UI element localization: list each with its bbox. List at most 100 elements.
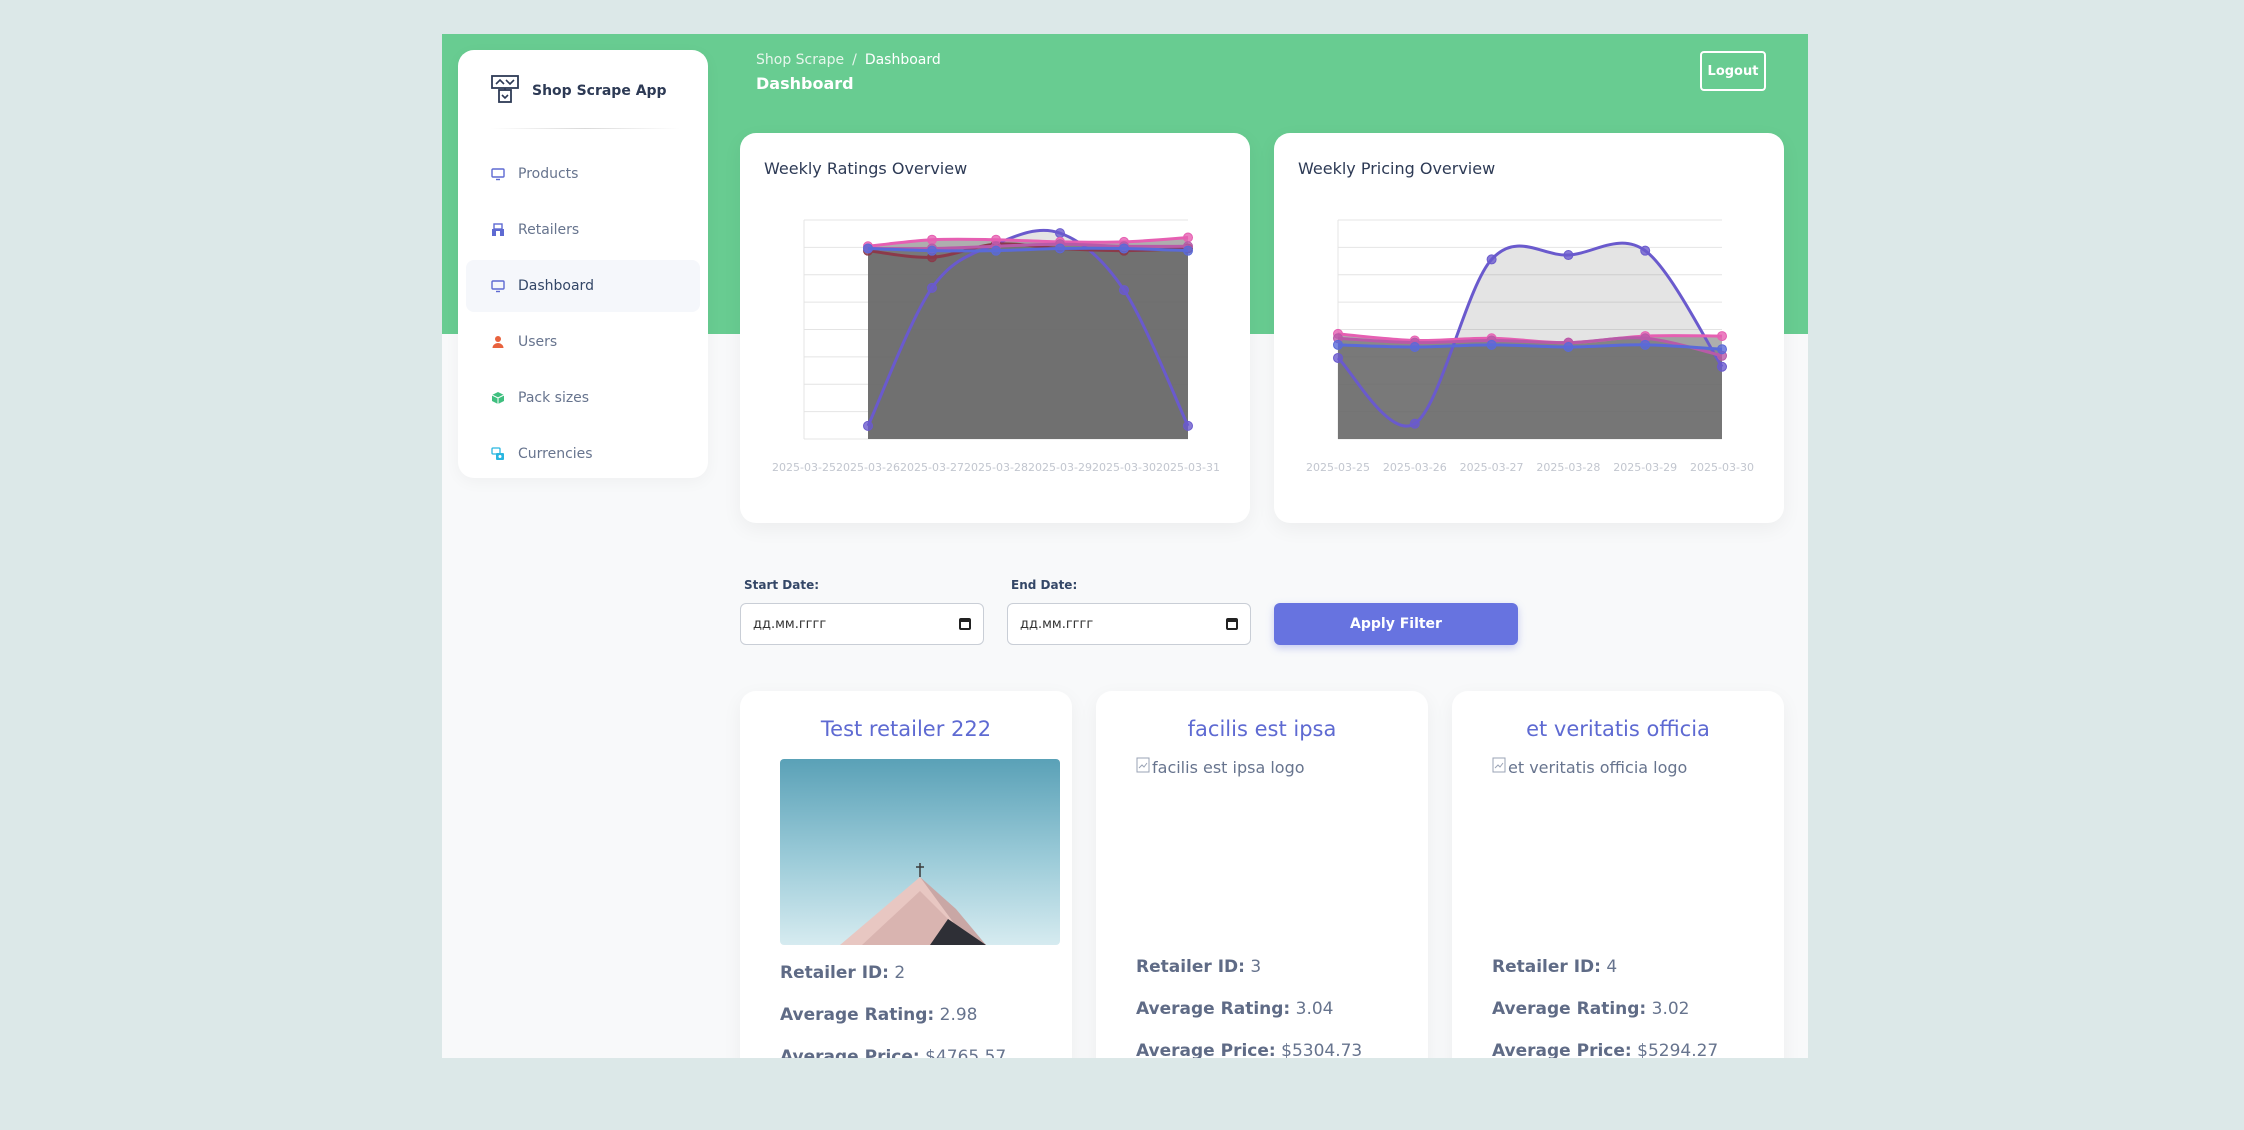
- data-point: [1333, 352, 1343, 363]
- retailer-logo-image: et veritatis officia logo: [1492, 757, 1687, 777]
- data-point: [1333, 339, 1343, 350]
- sidebar-item-currencies[interactable]: Currencies: [466, 428, 700, 480]
- data-point: [1640, 339, 1651, 350]
- x-tick-label: 2025-03-27: [900, 461, 964, 474]
- chart-title: Weekly Pricing Overview: [1298, 159, 1496, 178]
- retailer-id: Retailer ID: 2: [780, 963, 905, 983]
- currency-icon: [490, 446, 506, 462]
- average-rating: Average Rating: 2.98: [780, 1005, 978, 1025]
- retailer-id-value: 2: [894, 963, 906, 983]
- retailer-name: et veritatis officia: [1526, 717, 1710, 741]
- x-tick-label: 2025-03-28: [1536, 461, 1600, 474]
- x-tick-label: 2025-03-30: [1690, 461, 1754, 474]
- data-point: [863, 420, 873, 431]
- data-point: [1717, 361, 1727, 372]
- retailer-card: Test retailer 222 Retailer ID: 2 Average…: [740, 691, 1072, 1058]
- apply-filter-button[interactable]: Apply Filter: [1274, 603, 1518, 645]
- app-logo-icon: [490, 74, 520, 108]
- x-tick-label: 2025-03-25: [772, 461, 836, 474]
- average-rating-label: Average Rating:: [780, 1005, 935, 1025]
- shop-icon: [490, 222, 506, 238]
- data-point: [1055, 243, 1065, 254]
- app-name: Shop Scrape App: [532, 83, 667, 99]
- average-rating-label: Average Rating:: [1492, 999, 1647, 1019]
- retailer-id-value: 3: [1250, 957, 1262, 977]
- average-price-value: $4765.57: [925, 1047, 1007, 1058]
- broken-image-icon: [1492, 757, 1506, 777]
- monitor-icon: [490, 166, 506, 182]
- data-point: [863, 243, 873, 254]
- x-tick-label: 2025-03-28: [964, 461, 1028, 474]
- retailer-id-label: Retailer ID:: [780, 963, 889, 983]
- chart-title: Weekly Ratings Overview: [764, 159, 968, 178]
- average-price-value: $5304.73: [1281, 1041, 1363, 1058]
- average-rating-label: Average Rating:: [1136, 999, 1291, 1019]
- x-tick-label: 2025-03-26: [1383, 461, 1447, 474]
- retailer-id-value: 4: [1606, 957, 1618, 977]
- data-point: [1119, 243, 1129, 254]
- data-point: [1055, 228, 1065, 239]
- x-tick-label: 2025-03-29: [1028, 461, 1092, 474]
- sidebar-item-products[interactable]: Products: [466, 148, 700, 200]
- sidebar-nav: Products Retailers Dashboard Users Pack …: [466, 148, 700, 484]
- retailer-card: et veritatis officia et veritatis offici…: [1452, 691, 1784, 1058]
- average-price: Average Price: $5294.27: [1492, 1041, 1718, 1058]
- breadcrumb-separator: /: [852, 52, 857, 68]
- x-tick-label: 2025-03-25: [1306, 461, 1370, 474]
- user-icon: [490, 334, 506, 350]
- start-date-input[interactable]: дд.мм.гггг: [740, 603, 984, 645]
- ratings-chart: 2025-03-25 2025-03-26 2025-03-27 2025-03-28…: [772, 219, 1220, 474]
- pricing-chart: 2025-03-25 2025-03-26 2025-03-27 2025-03-28…: [1306, 219, 1754, 474]
- image-alt-text: et veritatis officia logo: [1508, 757, 1688, 777]
- data-point: [1486, 339, 1497, 350]
- data-point: [1563, 342, 1574, 353]
- retailer-name: facilis est ipsa: [1187, 717, 1337, 741]
- data-point: [1183, 245, 1193, 256]
- calendar-icon[interactable]: [1226, 618, 1238, 630]
- sidebar-item-label: Products: [518, 166, 579, 182]
- end-date-input[interactable]: дд.мм.гггг: [1007, 603, 1251, 645]
- average-price: Average Price: $5304.73: [1136, 1041, 1362, 1058]
- average-price-label: Average Price:: [1136, 1041, 1276, 1058]
- data-point: [927, 234, 937, 245]
- average-rating: Average Rating: 3.02: [1492, 999, 1690, 1019]
- sidebar-item-retailers[interactable]: Retailers: [466, 204, 700, 256]
- data-point: [1119, 285, 1129, 296]
- retailer-id: Retailer ID: 4: [1492, 957, 1617, 977]
- logout-button[interactable]: Logout: [1700, 51, 1766, 91]
- end-date-value: дд.мм.гггг: [1020, 616, 1094, 632]
- breadcrumb-root[interactable]: Shop Scrape: [756, 52, 844, 68]
- calendar-icon[interactable]: [959, 618, 971, 630]
- brand[interactable]: Shop Scrape App: [490, 74, 667, 108]
- data-point: [927, 245, 937, 256]
- sidebar: Shop Scrape App Products Retailers Dashb…: [458, 50, 708, 478]
- data-point: [1563, 250, 1574, 261]
- sidebar-item-dashboard[interactable]: Dashboard: [466, 260, 700, 312]
- retailer-logo-image: [780, 759, 1060, 945]
- breadcrumb: Shop Scrape / Dashboard: [756, 52, 941, 68]
- average-price-label: Average Price:: [780, 1047, 920, 1058]
- average-rating-value: 3.04: [1295, 999, 1334, 1019]
- series-area: [1338, 344, 1722, 439]
- sidebar-item-users[interactable]: Users: [466, 316, 700, 368]
- sidebar-divider: [490, 128, 680, 129]
- average-rating-value: 3.02: [1651, 999, 1690, 1019]
- data-point: [1486, 254, 1497, 265]
- app-window: Shop Scrape App Products Retailers Dashb…: [442, 34, 1808, 1058]
- start-date-label: Start Date:: [744, 578, 820, 592]
- retailer-id-label: Retailer ID:: [1492, 957, 1601, 977]
- series-area: [868, 248, 1188, 439]
- x-tick-label: 2025-03-30: [1092, 461, 1156, 474]
- data-point: [1717, 344, 1727, 355]
- retailer-card: facilis est ipsa facilis est ipsa logo R…: [1096, 691, 1428, 1058]
- pricing-chart-card: Weekly Pricing Overview 2025-03-25 2025-0…: [1274, 133, 1784, 523]
- retailer-id-label: Retailer ID:: [1136, 957, 1245, 977]
- data-point: [1409, 342, 1420, 353]
- x-tick-label: 2025-03-29: [1613, 461, 1677, 474]
- retailer-id: Retailer ID: 3: [1136, 957, 1261, 977]
- data-point: [1409, 418, 1420, 429]
- breadcrumb-current: Dashboard: [864, 52, 941, 68]
- ratings-chart-card: Weekly Ratings Overview 2025-03-25 2025-0…: [740, 133, 1250, 523]
- data-point: [1183, 232, 1193, 243]
- sidebar-item-pack-sizes[interactable]: Pack sizes: [466, 372, 700, 424]
